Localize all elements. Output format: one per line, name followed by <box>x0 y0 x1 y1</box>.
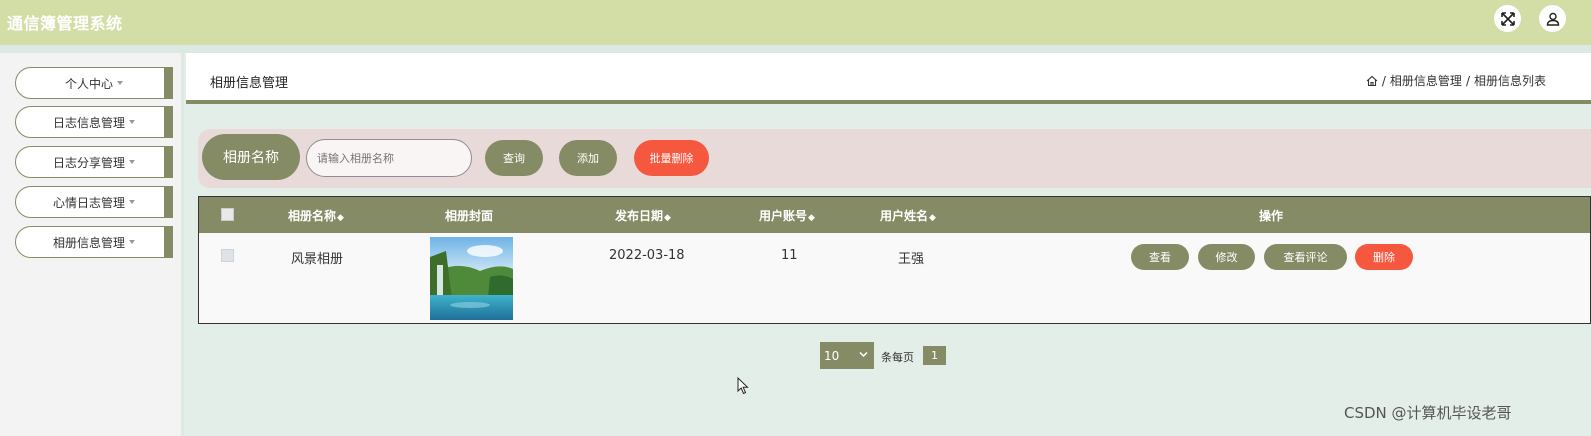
user-icon <box>1546 12 1559 26</box>
column-header-publish-date[interactable]: 发布日期◆ <box>615 207 671 224</box>
sidebar-item-label: 日志分享管理 <box>52 155 125 170</box>
top-bar: 通信簿管理系统 <box>0 0 1591 45</box>
album-table: 相册名称◆ 相册封面 发布日期◆ 用户账号◆ 用户姓名◆ 操作 风景相册 202… <box>198 196 1591 324</box>
page-size-value: 10 <box>824 348 840 363</box>
query-button[interactable]: 查询 <box>485 140 543 176</box>
row-checkbox[interactable] <box>221 249 234 262</box>
column-label: 相册名称 <box>288 209 337 223</box>
chevron-down-icon <box>859 351 868 358</box>
sidebar-item-log-info[interactable]: 日志信息管理 <box>15 106 173 138</box>
caret-down-icon <box>129 200 135 204</box>
app-title: 通信簿管理系统 <box>7 14 123 33</box>
table-header: 相册名称◆ 相册封面 发布日期◆ 用户账号◆ 用户姓名◆ 操作 <box>199 197 1590 233</box>
breadcrumb-item-album-list: 相册信息列表 <box>1473 74 1546 88</box>
delete-button[interactable]: 删除 <box>1355 244 1413 270</box>
page-title: 相册信息管理 <box>210 76 289 91</box>
user-menu-button[interactable] <box>1539 5 1566 32</box>
cell-user-account: 11 <box>781 248 798 263</box>
sort-icon[interactable]: ◆ <box>337 213 344 223</box>
edit-button[interactable]: 修改 <box>1198 244 1255 270</box>
album-name-search-input[interactable] <box>306 139 472 177</box>
sort-icon[interactable]: ◆ <box>929 213 936 223</box>
page-size-select[interactable]: 10 <box>820 342 874 369</box>
column-header-album-cover: 相册封面 <box>445 209 494 223</box>
caret-down-icon <box>129 160 135 164</box>
breadcrumb: / 相册信息管理 / 相册信息列表 <box>1366 72 1546 89</box>
home-icon[interactable] <box>1366 75 1378 87</box>
sidebar-item-label: 相册信息管理 <box>52 235 125 250</box>
sidebar-item-log-share[interactable]: 日志分享管理 <box>15 146 173 178</box>
view-comments-button[interactable]: 查看评论 <box>1264 244 1347 270</box>
batch-delete-button[interactable]: 批量删除 <box>634 140 709 176</box>
caret-down-icon <box>129 120 135 124</box>
sidebar-item-mood-log[interactable]: 心情日志管理 <box>15 186 173 218</box>
caret-down-icon <box>117 81 123 85</box>
watermark: CSDN @计算机毕设老哥 <box>1344 404 1512 422</box>
page-header: 相册信息管理 / 相册信息管理 / 相册信息列表 <box>186 53 1591 104</box>
cell-user-name: 王强 <box>898 252 925 267</box>
sidebar-item-label: 日志信息管理 <box>52 115 125 130</box>
view-button[interactable]: 查看 <box>1131 244 1189 270</box>
mouse-cursor-icon <box>737 377 749 395</box>
breadcrumb-separator: / <box>1381 73 1386 88</box>
sidebar-item-label: 个人中心 <box>64 76 113 91</box>
column-header-user-account[interactable]: 用户账号◆ <box>759 207 815 224</box>
sidebar-item-album-info[interactable]: 相册信息管理 <box>15 226 173 258</box>
breadcrumb-separator: / <box>1465 73 1470 88</box>
cell-album-name: 风景相册 <box>291 252 344 267</box>
select-all-checkbox[interactable] <box>221 208 234 221</box>
column-label: 发布日期 <box>615 209 664 223</box>
column-header-user-name[interactable]: 用户姓名◆ <box>880 207 936 224</box>
add-button[interactable]: 添加 <box>559 140 617 176</box>
column-label: 用户姓名 <box>880 209 929 223</box>
page-number-button[interactable]: 1 <box>923 346 946 365</box>
per-page-label: 条每页 <box>881 351 914 364</box>
fullscreen-button[interactable] <box>1494 5 1521 32</box>
album-cover-image[interactable] <box>430 237 513 320</box>
sort-icon[interactable]: ◆ <box>664 213 671 223</box>
sidebar: 个人中心 日志信息管理 日志分享管理 心情日志管理 相册信息管理 <box>0 53 184 436</box>
column-header-album-name[interactable]: 相册名称◆ <box>288 207 344 224</box>
column-label: 用户账号 <box>759 209 808 223</box>
sort-icon[interactable]: ◆ <box>808 213 815 223</box>
sidebar-item-personal-center[interactable]: 个人中心 <box>15 67 173 99</box>
expand-arrows-icon <box>1500 11 1515 26</box>
cell-publish-date: 2022-03-18 <box>609 248 685 263</box>
search-panel: 相册名称 查询 添加 批量删除 <box>198 129 1591 188</box>
caret-down-icon <box>129 240 135 244</box>
sidebar-item-label: 心情日志管理 <box>52 195 125 210</box>
breadcrumb-item-album-management[interactable]: 相册信息管理 <box>1390 72 1462 89</box>
top-divider <box>0 45 1591 53</box>
search-label: 相册名称 <box>202 134 300 180</box>
column-header-actions: 操作 <box>1259 209 1284 223</box>
